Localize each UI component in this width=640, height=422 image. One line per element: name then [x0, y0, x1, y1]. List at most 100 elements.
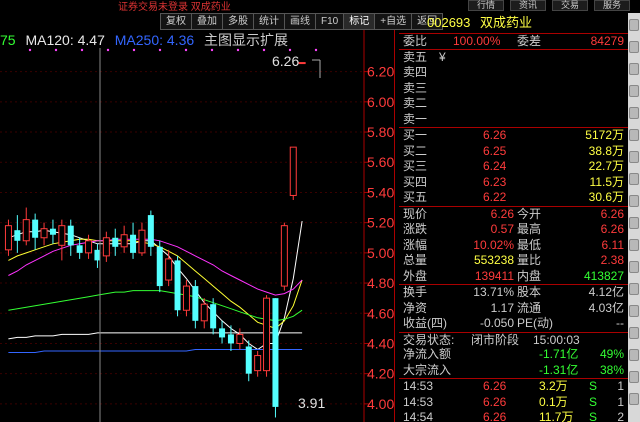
link-news[interactable]: 资讯	[509, 0, 546, 11]
side-tool-icon[interactable]	[629, 393, 639, 405]
side-tool-icon[interactable]	[629, 129, 639, 141]
side-tool-icon[interactable]	[629, 85, 639, 97]
side-tool-icon[interactable]	[629, 349, 639, 361]
candle-body	[138, 229, 146, 254]
candle-body	[182, 285, 190, 311]
candle-body	[14, 230, 21, 241]
tick-volume: 3.2万	[539, 379, 568, 393]
signal-dot	[132, 48, 136, 52]
ma120-value: MA120: 4.47	[25, 32, 105, 48]
candle-body	[280, 225, 288, 287]
stat-label: 内盘	[517, 268, 542, 283]
candle-body	[58, 225, 66, 246]
side-tool-icon[interactable]	[629, 107, 639, 119]
tick-volume: 11.7万	[539, 410, 574, 422]
tick-volume: 0.1万	[539, 394, 568, 409]
price-axis-label: 6.00	[367, 94, 394, 110]
buy-row-label: 买一	[403, 128, 428, 142]
kline-chart[interactable]: 6.20 6.00 5.80 5.60 5.40 5.20 5.00 4.80 4.60 4.40…	[0, 30, 395, 422]
buy-row: 买二 6.25 38.8万	[399, 144, 628, 160]
ma-line-4	[8, 332, 303, 340]
ma250-value: MA250: 4.36	[114, 32, 195, 48]
side-tool-icon[interactable]	[629, 327, 639, 339]
side-tool-icon[interactable]	[629, 41, 639, 53]
flow-label: 净流入额	[403, 347, 452, 361]
buy-book: 买一 6.26 5172万 买二 6.25 38.8万 买三 6.24 22.7万 买四 6.23 1…	[399, 127, 628, 206]
candle-body	[200, 303, 208, 322]
price-axis-label: 5.20	[367, 215, 394, 231]
fundamental-label: 流通	[517, 300, 542, 315]
link-quotes[interactable]: 行情	[467, 0, 504, 11]
kline-chart-svg: 6.20 6.00 5.80 5.60 5.40 5.20 5.00 4.80 4.60 4.40…	[0, 30, 394, 422]
fundamental-value: 13.71%	[473, 285, 514, 299]
stat-label: 涨跌	[403, 222, 428, 236]
window-title: 证券交易未登录 双成药业	[118, 2, 231, 13]
toolbar-button-mark[interactable]: 标记	[343, 13, 375, 30]
stat-label: 最低	[517, 237, 542, 252]
sell-row: 卖二	[399, 96, 628, 112]
candle-body	[85, 240, 93, 254]
price-axis-label: 4.40	[367, 335, 394, 351]
side-tool-icon[interactable]	[629, 283, 639, 295]
signal-dot	[288, 48, 292, 52]
candle-body	[219, 328, 226, 338]
stock-name: 双成药业	[480, 15, 533, 30]
price-axis-label: 5.40	[367, 184, 394, 200]
buy-row-volume: 5172万	[585, 128, 624, 142]
side-tool-icon[interactable]	[629, 19, 639, 31]
tick-side: S	[589, 379, 598, 393]
price-axis-label: 4.80	[367, 275, 394, 291]
toolbar-button-draw[interactable]: 画线	[284, 13, 315, 30]
buy-row: 买四 6.23 11.5万	[399, 175, 628, 191]
candle-body	[130, 234, 137, 253]
tick-count: 2	[617, 410, 624, 422]
signal-dot	[184, 48, 188, 52]
buy-row-label: 买三	[403, 159, 428, 173]
sell-row-price: ¥	[439, 49, 446, 64]
weibi-label: 委比	[403, 34, 428, 48]
main-chart-extend-button[interactable]: 主图显示扩展	[204, 32, 288, 48]
side-tool-icon[interactable]	[629, 217, 639, 229]
fundamental-label: 收益(四)	[403, 316, 447, 330]
side-tool-icon[interactable]	[629, 195, 639, 207]
candle-body	[40, 228, 48, 239]
toolbar-button-f10[interactable]: F10	[315, 13, 344, 30]
side-tool-icon[interactable]	[629, 371, 639, 383]
sell-row: 卖一	[399, 112, 628, 128]
flow-row: 大宗流入 -1.31亿 38%	[399, 363, 628, 379]
side-tool-icon[interactable]	[629, 173, 639, 185]
stat-value: 0.57	[490, 222, 514, 236]
high-price-label: 6.26	[272, 53, 299, 69]
side-tool-icon[interactable]	[629, 151, 639, 163]
side-tool-icon[interactable]	[629, 305, 639, 317]
side-tool-icon[interactable]	[629, 239, 639, 251]
toolbar-button-multi[interactable]: 多股	[222, 13, 253, 30]
toolbar-button-stats[interactable]: 统计	[253, 13, 284, 30]
weibi-row: 委比 100.00% 委差 84279	[399, 33, 628, 49]
flow-label: 大宗流入	[403, 362, 452, 377]
status-label: 交易状态:	[403, 332, 455, 347]
tick-row[interactable]: 14:53 6.26 3.2万 S 1	[399, 379, 628, 395]
side-tool-icon[interactable]	[629, 63, 639, 75]
stat-value: 6.11	[601, 237, 624, 252]
buy-row-volume: 38.8万	[588, 143, 624, 158]
tick-row[interactable]: 14:54 6.26 11.7万 S 2	[399, 410, 628, 422]
toolbar-button-fuquan[interactable]: 复权	[160, 13, 191, 30]
link-service[interactable]: 服务	[593, 0, 630, 11]
side-tool-icon[interactable]	[629, 261, 639, 273]
quote-stats: 现价 6.26 今开 6.26 涨跌 0.57 最高 6.26 涨幅 10.02% 最低 6.11 总量…	[399, 205, 628, 285]
price-axis-label: 5.00	[367, 245, 394, 261]
stat-value: 6.26	[600, 206, 624, 221]
tick-list[interactable]: 14:53 6.26 3.2万 S 1 14:53 6.26 0.1万 S 1 14:54 6.26 1…	[399, 378, 628, 422]
toolbar-button-overlay[interactable]: 叠加	[191, 13, 222, 30]
tick-row[interactable]: 14:53 6.26 0.1万 S 1	[399, 395, 628, 411]
signal-dot	[314, 48, 318, 52]
stat-label: 现价	[403, 206, 428, 221]
link-trade[interactable]: 交易	[551, 0, 588, 11]
flow-pct: 49%	[599, 347, 624, 361]
tick-price: 6.26	[483, 410, 507, 422]
top-links: 行情 资讯 交易 服务	[467, 0, 630, 11]
fundamental-value: 4.03亿	[588, 300, 624, 315]
fundamental-value: 1.17	[490, 300, 514, 315]
price-axis-label: 5.80	[367, 124, 394, 140]
